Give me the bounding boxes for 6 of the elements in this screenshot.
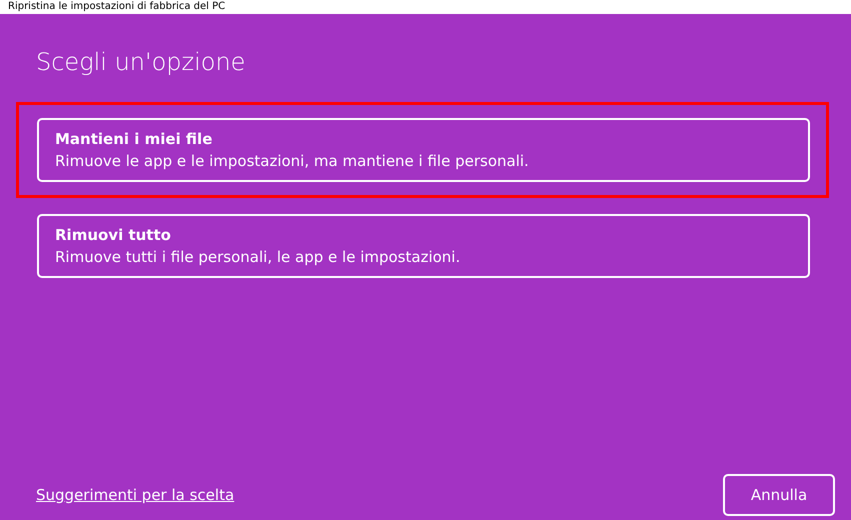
page-heading: Scegli un'opzione bbox=[36, 47, 246, 78]
option-button[interactable]: Rimuovi tutto Rimuove tutti i file personali, le app e le impostazioni. bbox=[37, 214, 810, 278]
help-link[interactable]: Suggerimenti per la scelta bbox=[36, 484, 234, 506]
cancel-button[interactable]: Annulla bbox=[723, 474, 835, 516]
window-title: Ripristina le impostazioni di fabbrica del PC bbox=[7, 0, 226, 14]
option-button[interactable]: Mantieni i miei file Rimuove le app e le impostazioni, ma mantiene i file personali. bbox=[37, 118, 810, 182]
